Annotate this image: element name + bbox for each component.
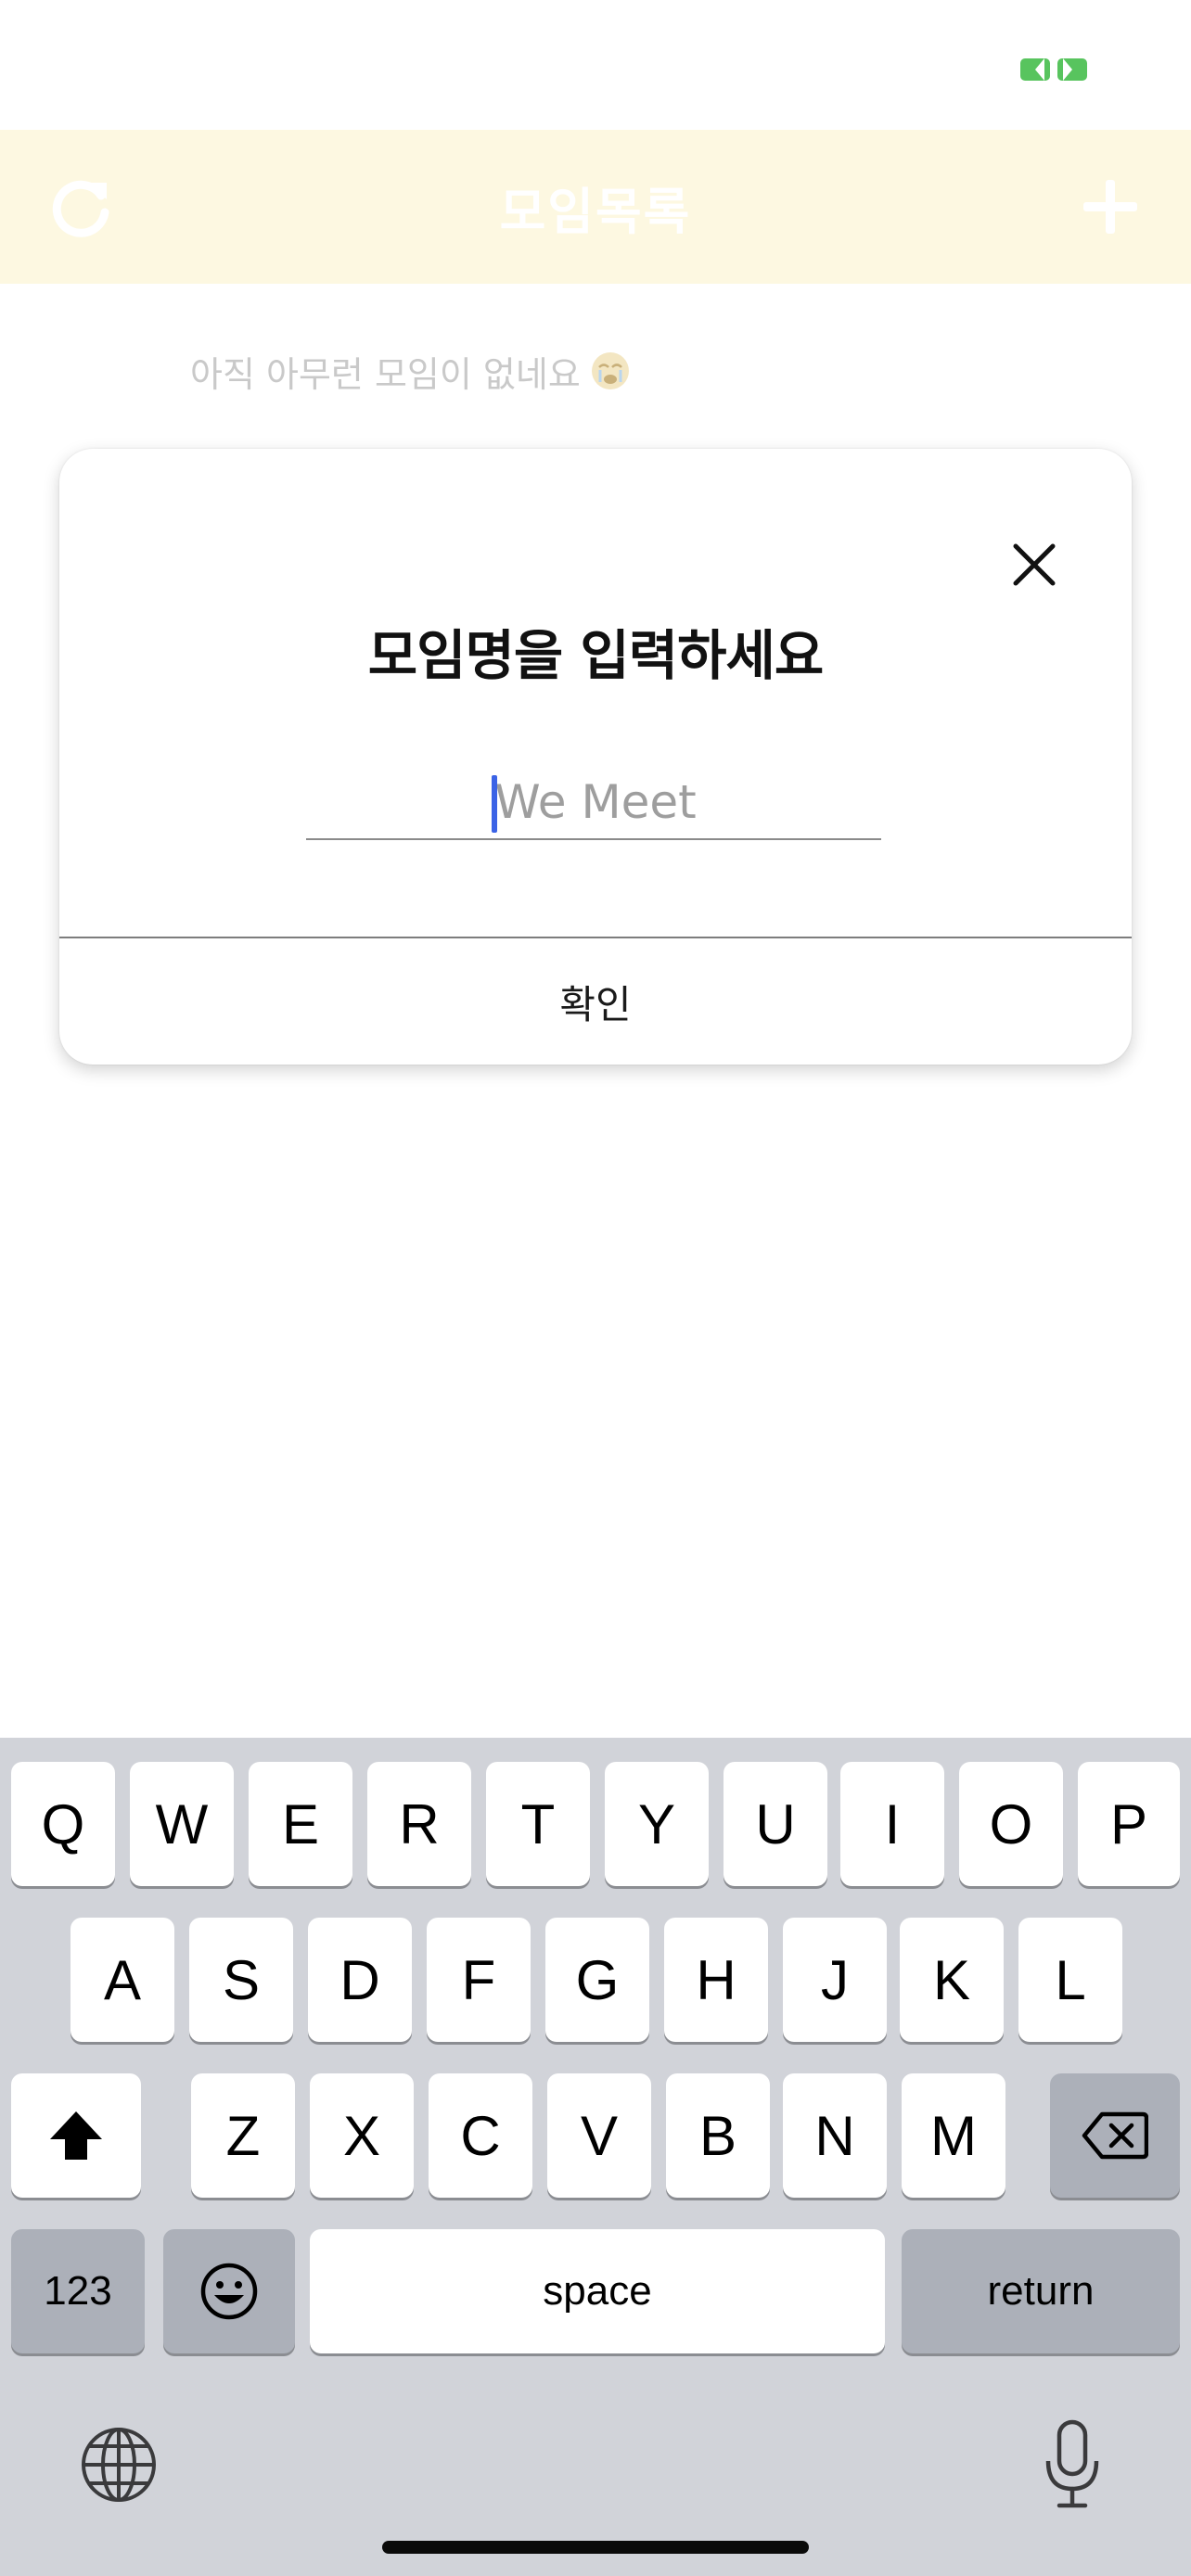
delete-key[interactable] [1050, 2073, 1180, 2198]
empty-state-message: 아직 아무런 모임이 없네요 [190, 343, 631, 399]
text-cursor [492, 775, 497, 833]
key-j[interactable]: J [783, 1918, 887, 2042]
key-y[interactable]: Y [605, 1762, 709, 1886]
key-g[interactable]: G [545, 1918, 649, 2042]
microphone-icon[interactable] [1030, 2415, 1115, 2515]
battery-indicator-icon [1020, 58, 1087, 81]
key-v[interactable]: V [547, 2073, 651, 2198]
key-t[interactable]: T [486, 1762, 590, 1886]
key-u[interactable]: U [724, 1762, 827, 1886]
shift-key[interactable] [11, 2073, 141, 2198]
key-h[interactable]: H [664, 1918, 768, 2042]
key-k[interactable]: K [900, 1918, 1004, 2042]
create-meeting-dialog: 모임명을 입력하세요 확인 [59, 449, 1132, 1065]
key-f[interactable]: F [427, 1918, 531, 2042]
key-c[interactable]: C [429, 2073, 532, 2198]
key-d[interactable]: D [308, 1918, 412, 2042]
emoji-icon [200, 2263, 258, 2320]
key-a[interactable]: A [70, 1918, 174, 2042]
numbers-key[interactable]: 123 [11, 2229, 145, 2353]
dialog-title: 모임명을 입력하세요 [367, 624, 824, 687]
plus-icon[interactable] [1069, 165, 1152, 249]
key-i[interactable]: I [840, 1762, 944, 1886]
backspace-icon [1082, 2111, 1148, 2160]
emoji-key[interactable] [163, 2229, 295, 2353]
keyboard: Q W E R T Y U I O P A S D F G H J K L Z … [0, 1738, 1191, 2576]
refresh-icon[interactable] [39, 165, 122, 249]
key-e[interactable]: E [249, 1762, 352, 1886]
key-s[interactable]: S [189, 1918, 293, 2042]
key-r[interactable]: R [367, 1762, 471, 1886]
key-z[interactable]: Z [191, 2073, 295, 2198]
meeting-name-input[interactable] [306, 764, 885, 840]
empty-state-text: 아직 아무런 모임이 없네요 [190, 353, 581, 395]
key-b[interactable]: B [666, 2073, 770, 2198]
key-w[interactable]: W [130, 1762, 234, 1886]
key-o[interactable]: O [959, 1762, 1063, 1886]
space-key[interactable]: space [310, 2229, 885, 2353]
app-header: 모임목록 [0, 130, 1191, 284]
page-title: 모임목록 [499, 182, 692, 241]
return-key[interactable]: return [902, 2229, 1180, 2353]
globe-icon[interactable] [76, 2422, 161, 2507]
home-indicator[interactable] [382, 2541, 809, 2554]
key-x[interactable]: X [310, 2073, 414, 2198]
key-p[interactable]: P [1078, 1762, 1180, 1886]
meeting-name-field [306, 764, 885, 840]
shift-icon [50, 2111, 102, 2160]
sad-face-emoji-icon [591, 352, 629, 389]
close-icon[interactable] [992, 523, 1076, 606]
confirm-button[interactable]: 확인 [59, 938, 1132, 1065]
key-n[interactable]: N [783, 2073, 887, 2198]
key-q[interactable]: Q [11, 1762, 115, 1886]
key-m[interactable]: M [902, 2073, 1005, 2198]
status-bar [0, 0, 1191, 130]
key-l[interactable]: L [1018, 1918, 1122, 2042]
